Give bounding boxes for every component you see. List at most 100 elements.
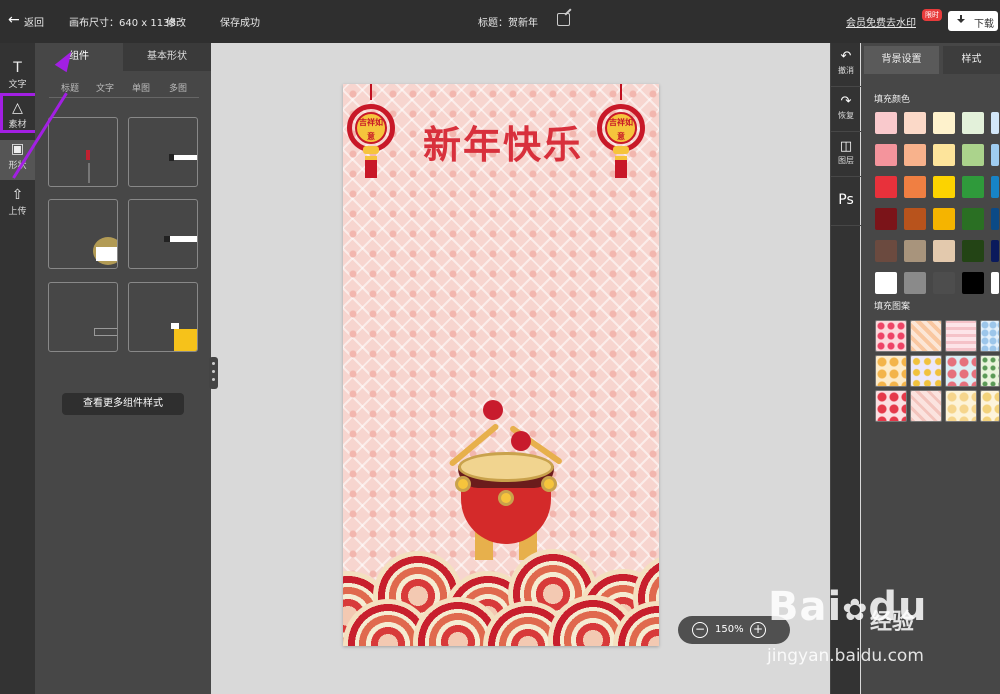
color-swatch[interactable] — [904, 208, 926, 230]
color-swatch[interactable] — [933, 240, 955, 262]
fill-pattern-label: 填充图案 — [874, 302, 911, 312]
component-thumbnail[interactable] — [128, 282, 198, 352]
tab-style[interactable]: 样式 — [943, 46, 1000, 74]
color-swatch[interactable] — [962, 272, 984, 294]
color-swatch[interactable] — [875, 176, 897, 198]
chinese-knot-left[interactable]: 吉祥如意 — [343, 84, 401, 184]
baidu-watermark-url: jingyan.baidu.com — [767, 646, 924, 666]
tab-components[interactable]: 组件 — [35, 43, 123, 71]
rail-item-label: 上传 — [8, 207, 27, 217]
vip-remove-watermark-link[interactable]: 会员免费去水印 — [846, 14, 916, 29]
edit-title-icon[interactable] — [557, 13, 570, 26]
component-thumbnail[interactable] — [48, 199, 118, 269]
component-thumbnail[interactable] — [128, 199, 198, 269]
tab-basic-shapes[interactable]: 基本形状 — [123, 43, 211, 71]
wave-pattern[interactable] — [343, 549, 659, 646]
color-swatch[interactable] — [933, 112, 955, 134]
pattern-swatch[interactable] — [945, 355, 977, 387]
baidu-watermark-text: 经验 — [870, 610, 915, 635]
pattern-swatch[interactable] — [910, 355, 942, 387]
component-thumbnail[interactable] — [48, 117, 118, 187]
save-status: 保存成功 — [220, 18, 260, 29]
color-swatch[interactable] — [875, 144, 897, 166]
upload-icon: ⇧ — [11, 187, 24, 203]
color-swatch[interactable] — [962, 208, 984, 230]
canvas-size-label: 画布尺寸：640 x 1138 — [69, 18, 176, 29]
color-swatch[interactable] — [991, 112, 999, 134]
back-button[interactable]: 返回 — [24, 14, 44, 29]
design-canvas[interactable]: 吉祥如意 吉祥如意 新年快乐 — [343, 84, 659, 646]
pattern-swatch[interactable] — [980, 390, 1000, 422]
back-arrow-icon[interactable]: ← — [8, 12, 20, 28]
knot-medal: 吉祥如意 — [355, 112, 387, 144]
color-swatch[interactable] — [904, 144, 926, 166]
color-swatch[interactable] — [933, 208, 955, 230]
poster-headline[interactable]: 新年快乐 — [398, 114, 608, 169]
fill-color-label: 填充颜色 — [874, 95, 911, 105]
download-label: 下载 — [974, 19, 994, 30]
download-button[interactable]: 下载 — [948, 11, 998, 31]
ps-button[interactable]: Ps — [831, 178, 861, 226]
pattern-swatch[interactable] — [910, 320, 942, 352]
knot-medal: 吉祥如意 — [605, 112, 637, 144]
color-swatch[interactable] — [933, 144, 955, 166]
tab-background-settings[interactable]: 背景设置 — [864, 46, 939, 74]
redo-label: 恢复 — [838, 111, 854, 120]
subtab-multi-image[interactable]: 多图 — [169, 81, 187, 94]
subtab-text[interactable]: 文字 — [96, 81, 114, 94]
color-swatch[interactable] — [991, 240, 999, 262]
subtab-single-image[interactable]: 单图 — [132, 81, 150, 94]
color-swatch[interactable] — [904, 272, 926, 294]
color-swatch[interactable] — [933, 272, 955, 294]
color-swatch[interactable] — [962, 112, 984, 134]
layers-icon: ◫ — [839, 139, 853, 154]
drum-illustration[interactable] — [448, 400, 564, 564]
redo-button[interactable]: ↷ 恢复 — [831, 88, 861, 132]
pattern-swatch[interactable] — [875, 355, 907, 387]
color-swatch[interactable] — [991, 208, 999, 230]
layers-label: 图层 — [838, 156, 854, 165]
download-icon — [956, 15, 966, 27]
color-swatch[interactable] — [962, 144, 984, 166]
more-components-button[interactable]: 查看更多组件样式 — [62, 393, 184, 415]
color-swatch[interactable] — [991, 176, 999, 198]
zoom-out-icon[interactable]: − — [692, 622, 708, 638]
color-swatch[interactable] — [962, 240, 984, 262]
component-thumbnail[interactable] — [128, 117, 198, 187]
undo-button[interactable]: ↶ 撤消 — [831, 43, 861, 87]
zoom-in-icon[interactable]: + — [750, 622, 766, 638]
component-panel: 组件 基本形状 标题 文字 单图 多图 查看更多组件样式 — [35, 43, 211, 694]
pattern-swatch[interactable] — [875, 320, 907, 352]
top-bar: ← 返回 画布尺寸：640 x 1138 修改 保存成功 标题：贺新年 会员免费… — [0, 0, 1000, 43]
component-thumbnail[interactable] — [48, 282, 118, 352]
subtab-title[interactable]: 标题 — [61, 81, 79, 94]
color-swatch[interactable] — [991, 144, 999, 166]
pattern-swatch[interactable] — [980, 320, 1000, 352]
undo-label: 撤消 — [838, 66, 854, 75]
tool-rail: T 文字 △ 素材 ▣ 形状 ⇧ 上传 — [0, 43, 35, 694]
pattern-swatch[interactable] — [910, 390, 942, 422]
zoom-level: 150% — [715, 624, 744, 635]
modify-size-link[interactable]: 修改 — [166, 14, 186, 29]
color-swatch[interactable] — [904, 240, 926, 262]
pattern-swatch[interactable] — [980, 355, 1000, 387]
pattern-swatch[interactable] — [875, 390, 907, 422]
paw-icon: ✿ — [842, 593, 869, 628]
rail-item-upload[interactable]: ⇧ 上传 — [0, 186, 35, 226]
pattern-swatch[interactable] — [945, 320, 977, 352]
color-swatch[interactable] — [904, 112, 926, 134]
undo-icon: ↶ — [840, 49, 852, 64]
color-swatch[interactable] — [962, 176, 984, 198]
color-swatch[interactable] — [904, 176, 926, 198]
color-swatch[interactable] — [991, 272, 999, 294]
layers-button[interactable]: ◫ 图层 — [831, 133, 861, 177]
panel-collapse-handle[interactable] — [209, 357, 218, 389]
color-swatch[interactable] — [875, 272, 897, 294]
color-swatch[interactable] — [875, 112, 897, 134]
color-swatch[interactable] — [933, 176, 955, 198]
pattern-swatch[interactable] — [945, 390, 977, 422]
text-icon: T — [13, 60, 22, 76]
color-swatch[interactable] — [875, 208, 897, 230]
ps-icon: Ps — [838, 192, 854, 208]
color-swatch[interactable] — [875, 240, 897, 262]
